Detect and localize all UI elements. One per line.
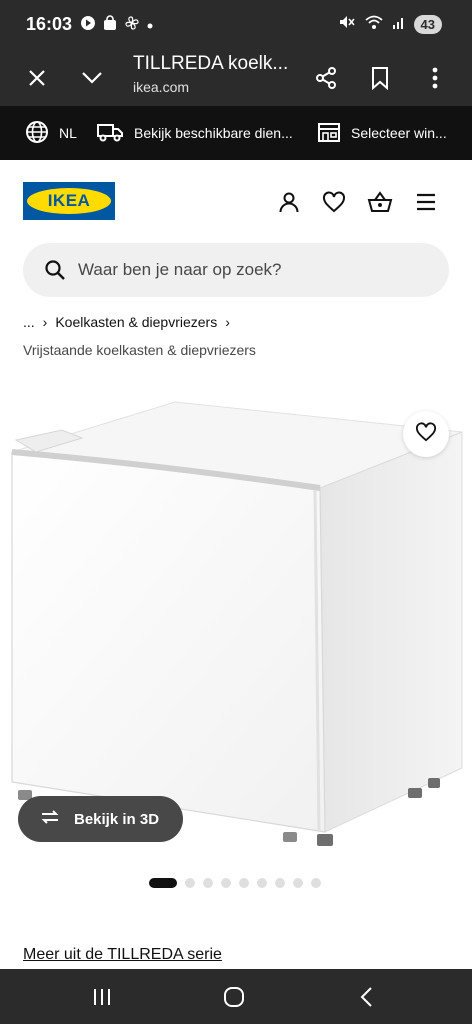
home-icon[interactable]: [220, 983, 248, 1011]
carousel-dot[interactable]: [275, 878, 285, 888]
view-3d-label: Bekijk in 3D: [74, 810, 160, 828]
close-icon[interactable]: [19, 60, 55, 96]
ikea-logo[interactable]: IKEA: [23, 182, 115, 220]
search-placeholder: Waar ben je naar op zoek?: [78, 260, 282, 279]
carousel-dot[interactable]: [149, 878, 177, 888]
shopping-bag-icon: [102, 15, 118, 36]
info-strip: NL Bekijk beschikbare dien... Selecteer …: [0, 106, 472, 160]
view-3d-button[interactable]: Bekijk in 3D: [18, 796, 183, 842]
system-nav-bar: [0, 969, 472, 1024]
carousel-dot[interactable]: [239, 878, 249, 888]
favorite-button[interactable]: [403, 411, 449, 457]
heart-icon[interactable]: [320, 188, 348, 216]
dot-icon: [146, 17, 154, 35]
carousel-dot[interactable]: [293, 878, 303, 888]
ikea-logo-oval: IKEA: [27, 188, 111, 214]
mute-icon: [338, 14, 356, 35]
carousel-dot[interactable]: [221, 878, 231, 888]
delivery-label: Bekijk beschikbare dien...: [134, 125, 293, 141]
product-image[interactable]: [0, 380, 472, 860]
rotate-3d-icon: [38, 808, 62, 830]
carousel-dot[interactable]: [203, 878, 213, 888]
browser-toolbar: TILLREDA koelk... ikea.com: [0, 50, 472, 106]
globe-icon: [25, 120, 49, 147]
wifi-icon: [364, 14, 384, 35]
fan-icon: [124, 15, 140, 36]
store-icon: [317, 121, 341, 146]
more-icon[interactable]: [417, 60, 453, 96]
status-bar: 16:03 43: [0, 0, 472, 50]
ikea-logo-text: IKEA: [47, 191, 91, 210]
basket-icon[interactable]: [366, 188, 394, 216]
delivery-info[interactable]: Bekijk beschikbare dien...: [96, 106, 293, 160]
language-selector[interactable]: NL: [25, 106, 77, 160]
store-label: Selecteer win...: [351, 125, 447, 141]
page-title[interactable]: TILLREDA koelk...: [133, 53, 303, 75]
chevron-right-icon: ›: [42, 314, 48, 330]
profile-icon[interactable]: [275, 188, 303, 216]
truck-icon: [96, 121, 124, 146]
breadcrumb-item[interactable]: Koelkasten & diepvriezers: [55, 314, 217, 330]
chevron-down-icon[interactable]: [74, 60, 110, 96]
series-link[interactable]: Meer uit de TILLREDA serie: [23, 946, 222, 964]
battery-icon: 43: [413, 15, 442, 34]
menu-icon[interactable]: [412, 188, 440, 216]
search-icon: [44, 259, 66, 286]
breadcrumb-subcategory[interactable]: Vrijstaande koelkasten & diepvriezers: [23, 342, 256, 358]
back-icon[interactable]: [352, 983, 380, 1011]
search-input[interactable]: Waar ben je naar op zoek?: [23, 243, 449, 297]
carousel-dot[interactable]: [185, 878, 195, 888]
carousel-dot[interactable]: [311, 878, 321, 888]
status-time: 16:03: [26, 14, 73, 34]
recent-apps-icon[interactable]: [88, 983, 116, 1011]
heart-icon: [415, 421, 437, 447]
breadcrumb: ... › Koelkasten & diepvriezers ›: [23, 314, 230, 330]
image-carousel-dots: [149, 878, 321, 888]
bookmark-icon[interactable]: [362, 60, 398, 96]
share-icon[interactable]: [308, 60, 344, 96]
status-icons-left: [80, 15, 154, 36]
language-label: NL: [59, 125, 77, 141]
signal-icon: [392, 14, 406, 35]
status-icons-right: 43: [338, 14, 442, 35]
carousel-dot[interactable]: [257, 878, 267, 888]
store-selector[interactable]: Selecteer win...: [317, 106, 447, 160]
page-url[interactable]: ikea.com: [133, 79, 189, 95]
breadcrumb-ellipsis[interactable]: ...: [23, 314, 35, 330]
play-icon: [80, 15, 96, 36]
chevron-right-icon: ›: [225, 314, 230, 330]
